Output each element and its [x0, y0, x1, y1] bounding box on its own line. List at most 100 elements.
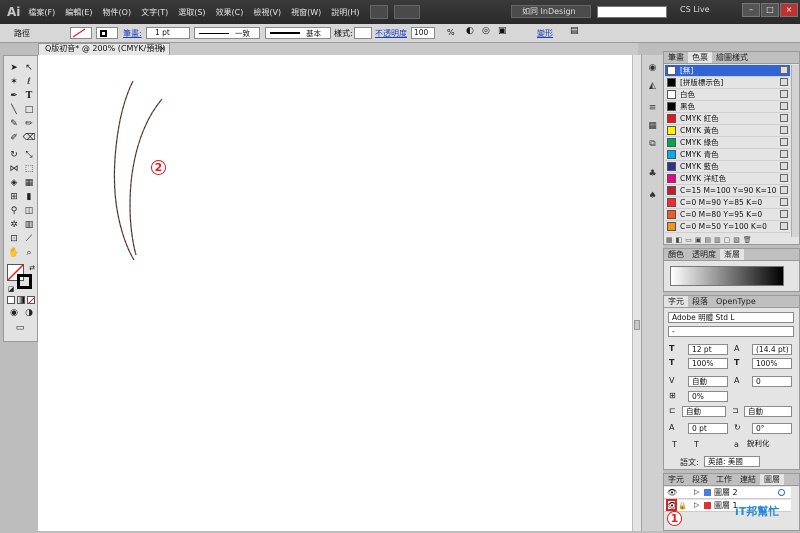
- font-style-select[interactable]: -: [668, 326, 794, 337]
- brushes-panel-icon[interactable]: ♠: [646, 191, 659, 203]
- paintbrush-tool-icon[interactable]: ✎: [7, 117, 21, 131]
- hand-tool-icon[interactable]: ✋: [7, 246, 21, 260]
- help-search-input[interactable]: [597, 6, 667, 18]
- swatch-row[interactable]: C=0 M=50 Y=100 K=0: [665, 221, 790, 233]
- slice-tool-icon[interactable]: ⟋: [22, 232, 36, 246]
- menu-object[interactable]: 物件(O): [103, 7, 132, 18]
- tab-paragraph[interactable]: 段落: [688, 296, 712, 307]
- tab-graphic-styles[interactable]: 繪圖樣式: [712, 52, 752, 63]
- free-transform-tool-icon[interactable]: ⬚: [22, 162, 36, 176]
- tab-layers[interactable]: 圖層: [760, 474, 784, 485]
- menu-view[interactable]: 檢視(V): [253, 7, 281, 18]
- workspace-switcher[interactable]: 如同 InDesign: [511, 5, 591, 18]
- draw-normal-icon[interactable]: ◉: [7, 306, 21, 320]
- font-family-select[interactable]: Adobe 明體 Std L: [668, 312, 794, 323]
- stroke-panel-icon[interactable]: ≡: [646, 103, 659, 115]
- swatch-row[interactable]: C=0 M=80 Y=95 K=0: [665, 209, 790, 221]
- artboard-canvas[interactable]: [38, 55, 632, 531]
- tracking-field[interactable]: 0: [752, 376, 792, 387]
- selection-tool-icon[interactable]: ➤: [7, 61, 21, 75]
- tab-transparency[interactable]: 透明度: [688, 249, 720, 260]
- swatch-scrollbar[interactable]: [791, 65, 799, 237]
- symbols-panel-icon[interactable]: ♣: [646, 169, 659, 181]
- eraser-tool-icon[interactable]: ⌫: [22, 131, 36, 145]
- tab-swatches[interactable]: 色票: [688, 52, 712, 63]
- gradient-preview[interactable]: [670, 266, 784, 286]
- isolate-icon[interactable]: ▣: [498, 26, 507, 36]
- tab-paragraph-2[interactable]: 段落: [688, 474, 712, 485]
- close-tab-icon[interactable]: ×: [159, 44, 166, 54]
- perspective-grid-tool-icon[interactable]: ▦: [22, 176, 36, 190]
- transform-link[interactable]: 變形: [537, 28, 553, 39]
- pencil-tool-icon[interactable]: ✏: [22, 117, 36, 131]
- type-tool-icon[interactable]: T: [22, 89, 36, 103]
- vertical-scrollbar[interactable]: [632, 55, 641, 531]
- font-size-field[interactable]: 12 pt: [688, 344, 728, 355]
- minimize-button[interactable]: –: [742, 3, 760, 17]
- align-icon[interactable]: ◎: [482, 26, 490, 36]
- swatch-row[interactable]: [拼版標示色]: [665, 77, 790, 89]
- close-button[interactable]: ×: [780, 3, 798, 17]
- tab-links[interactable]: 連結: [736, 474, 760, 485]
- recolor-artwork-icon[interactable]: ◐: [466, 26, 474, 36]
- fill-swatch[interactable]: [70, 27, 92, 39]
- brush-definition[interactable]: 基本: [265, 27, 331, 39]
- menu-type[interactable]: 文字(T): [141, 7, 168, 18]
- stroke-label[interactable]: 筆畫:: [123, 28, 142, 39]
- rectangle-tool-icon[interactable]: □: [22, 103, 36, 117]
- bridge-button[interactable]: [369, 5, 388, 19]
- blob-brush-tool-icon[interactable]: ✐: [7, 131, 21, 145]
- scroll-thumb[interactable]: [634, 320, 640, 330]
- color-panel-icon[interactable]: ◉: [646, 63, 659, 75]
- magic-wand-tool-icon[interactable]: ✶: [7, 75, 21, 89]
- swatch-row[interactable]: [無]: [665, 65, 790, 77]
- swatch-row[interactable]: CMYK 紅色: [665, 113, 790, 125]
- baseline-shift-field[interactable]: 0 pt: [688, 423, 728, 434]
- lasso-tool-icon[interactable]: ℓ: [22, 75, 36, 89]
- tcy-icon[interactable]: T: [672, 440, 677, 449]
- mesh-tool-icon[interactable]: ⊞: [7, 190, 21, 204]
- aki-left-field[interactable]: 自動: [682, 406, 726, 417]
- scale-tool-icon[interactable]: ⤡: [22, 148, 36, 162]
- kerning-field[interactable]: 自動: [688, 376, 728, 387]
- direct-selection-tool-icon[interactable]: ↖: [22, 61, 36, 75]
- blend-tool-icon[interactable]: ◫: [22, 204, 36, 218]
- swap-fill-stroke-icon[interactable]: ⇄: [25, 261, 39, 275]
- color-mode-button[interactable]: [7, 296, 15, 304]
- document-tab[interactable]: Q版初音* @ 200% (CMYK/預視) ×: [38, 43, 170, 55]
- swatch-row[interactable]: CMYK 藍色: [665, 161, 790, 173]
- arrange-documents-button[interactable]: [393, 5, 420, 19]
- swatch-row[interactable]: 黑色: [665, 101, 790, 113]
- leading-field[interactable]: (14.4 pt): [752, 344, 792, 355]
- opacity-field[interactable]: 100: [411, 27, 435, 39]
- none-mode-button[interactable]: [27, 296, 35, 305]
- underline-icon[interactable]: T: [694, 440, 699, 449]
- opacity-label[interactable]: 不透明度: [375, 28, 407, 39]
- pen-tool-icon[interactable]: ✒: [7, 89, 21, 103]
- tab-tasks[interactable]: 工作: [712, 474, 736, 485]
- menu-edit[interactable]: 編輯(E): [65, 7, 92, 18]
- screen-mode-icon[interactable]: ▭: [13, 321, 27, 335]
- shape-builder-tool-icon[interactable]: ◈: [7, 176, 21, 190]
- swatch-row[interactable]: CMYK 洋紅色: [665, 173, 790, 185]
- swatches-panel-icon[interactable]: ▦: [646, 121, 659, 133]
- tab-character-2[interactable]: 字元: [664, 474, 688, 485]
- tab-opentype[interactable]: OpenType: [712, 296, 760, 307]
- tsume-field[interactable]: 0%: [688, 391, 728, 402]
- swatch-row[interactable]: 白色: [665, 89, 790, 101]
- stroke-color-box[interactable]: [17, 274, 32, 289]
- graphic-style-picker[interactable]: [354, 27, 372, 39]
- gradient-mode-button[interactable]: [17, 296, 25, 304]
- character-rotation-field[interactable]: 0°: [752, 423, 792, 434]
- color-guide-icon[interactable]: ◭: [646, 81, 659, 93]
- tab-stroke[interactable]: 筆畫: [664, 52, 688, 63]
- swatch-toolbar-icons[interactable]: ▦◧▭▣▤▥▢▧🗑: [666, 236, 798, 245]
- symbol-sprayer-tool-icon[interactable]: ✲: [7, 218, 21, 232]
- stroke-swatch[interactable]: [96, 27, 118, 39]
- swatch-row[interactable]: C=15 M=100 Y=90 K=10: [665, 185, 790, 197]
- default-fill-stroke-icon[interactable]: ◪: [4, 282, 18, 296]
- menu-help[interactable]: 說明(H): [331, 7, 359, 18]
- cs-live-button[interactable]: CS Live: [680, 5, 710, 14]
- column-graph-tool-icon[interactable]: ▥: [22, 218, 36, 232]
- rotate-tool-icon[interactable]: ↻: [7, 148, 21, 162]
